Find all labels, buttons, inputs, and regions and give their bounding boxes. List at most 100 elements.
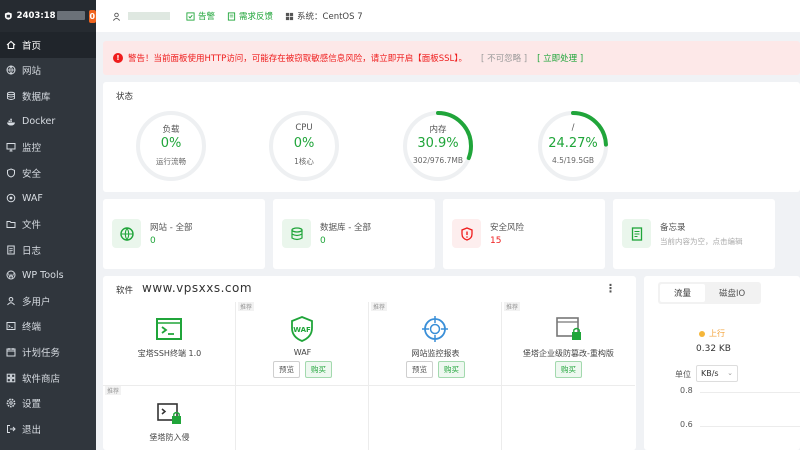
gauge-sub: 302/976.7MB <box>413 156 463 165</box>
app-tamper-proof[interactable]: 推荐 堡塔企业级防篡改-重构版 购买 <box>502 302 635 386</box>
app-name: WAF <box>293 348 312 357</box>
sidebar-item-label: 设置 <box>22 399 42 411</box>
terminal-lock-icon <box>157 403 181 424</box>
overview-card-database[interactable]: 数据库 - 全部 0 <box>273 199 435 269</box>
ignore-link[interactable]: [ 不可忽略 ] <box>481 52 527 64</box>
feedback-link[interactable]: 需求反馈 <box>227 10 273 22</box>
unit-select[interactable]: KB/s ⌄ <box>696 365 738 382</box>
sidebar-menu: 首页 网站 数据库 Docker 监控 安全 WAF 文件 日志 WP Tool… <box>0 32 96 442</box>
gauge-value: 30.9% <box>417 136 459 151</box>
sidebar-item-waf[interactable]: WAF <box>0 186 96 212</box>
sidebar-item-logs[interactable]: 日志 <box>0 237 96 263</box>
feedback-label: 需求反馈 <box>239 12 274 22</box>
grid-line <box>700 392 800 393</box>
tab-disk-io[interactable]: 磁盘IO <box>705 284 759 302</box>
app-buttons: 购买 <box>502 361 635 378</box>
sidebar-item-logout[interactable]: 退出 <box>0 416 96 442</box>
app-buttons: 预览 购买 <box>369 361 502 378</box>
app-name: 堡塔企业级防篡改-重构版 <box>523 349 614 358</box>
cpu-gauge[interactable]: CPU 0% 1核心 <box>268 110 340 182</box>
sidebar-item-label: Docker <box>22 116 56 128</box>
user-info[interactable] <box>112 12 170 21</box>
sidebar-item-label: 网站 <box>22 66 42 78</box>
alarm-link[interactable]: 告警 <box>186 10 215 22</box>
wordpress-icon <box>5 270 16 281</box>
sidebar-item-website[interactable]: 网站 <box>0 58 96 84</box>
calendar-icon <box>5 346 16 357</box>
gauge-value: 0% <box>160 136 182 151</box>
gauge-sub: 1核心 <box>294 157 314 166</box>
sidebar-item-home[interactable]: 首页 <box>0 32 96 58</box>
sidebar-item-monitor[interactable]: 监控 <box>0 134 96 160</box>
shield-icon <box>5 167 16 178</box>
sidebar-item-store[interactable]: 软件商店 <box>0 365 96 391</box>
memo-placeholder[interactable]: 当前内容为空，点击编辑 <box>660 236 743 247</box>
traffic-card: 流量 磁盘IO 上行 0.32 KB 单位 KB/s ⌄ 0.8 0.6 <box>644 276 800 450</box>
buy-button[interactable]: 购买 <box>438 361 465 378</box>
sidebar-item-settings[interactable]: 设置 <box>0 390 96 416</box>
overview-title: 安全风险 <box>490 223 525 233</box>
folder-icon <box>5 218 16 229</box>
sidebar-item-label: 监控 <box>22 143 42 155</box>
logout-icon <box>5 423 16 434</box>
globe-icon <box>112 219 141 248</box>
app-ssh-terminal[interactable]: 宝塔SSH终端 1.0 <box>103 302 236 386</box>
ssl-warning-banner: ! 警告！当前面板使用HTTP访问，可能存在被窃取敏感信息风险，请立即开启【面板… <box>103 41 800 75</box>
gauge-value: 0% <box>293 136 315 151</box>
store-icon <box>5 372 16 383</box>
sidebar-item-label: 软件商店 <box>22 373 61 385</box>
waf-shield-icon: WAF <box>291 316 313 342</box>
preview-button[interactable]: 预览 <box>406 361 433 378</box>
overview-card-website[interactable]: 网站 - 全部 0 <box>103 199 265 269</box>
memory-gauge[interactable]: 内存 30.9% 302/976.7MB <box>402 110 474 182</box>
os-icon <box>285 12 294 20</box>
sidebar-item-label: WAF <box>22 192 43 204</box>
unit-value: KB/s <box>701 369 719 378</box>
sidebar-item-docker[interactable]: Docker <box>0 109 96 135</box>
gear-icon <box>5 398 16 409</box>
status-title: 状态 <box>116 92 134 102</box>
app-name: 网站监控报表 <box>411 349 460 358</box>
monitor-icon <box>5 142 16 153</box>
sidebar-item-wp-tools[interactable]: WP Tools <box>0 262 96 288</box>
overview-value[interactable]: 0 <box>150 236 156 246</box>
sidebar-item-label: 首页 <box>22 40 42 52</box>
sidebar-item-security[interactable]: 安全 <box>0 160 96 186</box>
software-card: 软件 www.vpsxxs.com ⋮ 宝塔SSH终端 1.0 推荐 WAF W… <box>103 276 636 450</box>
sidebar-item-files[interactable]: 文件 <box>0 211 96 237</box>
home-icon <box>5 39 16 50</box>
overview-card-memo[interactable]: 备忘录 当前内容为空，点击编辑 <box>613 199 775 269</box>
buy-button[interactable]: 购买 <box>305 361 332 378</box>
legend-dot <box>699 330 705 337</box>
buy-button[interactable]: 购买 <box>555 361 582 378</box>
overview-value[interactable]: 15 <box>490 236 501 246</box>
preview-button[interactable]: 预览 <box>273 361 300 378</box>
watermark-text: www.vpsxxs.com <box>142 281 253 295</box>
alarm-icon <box>186 11 195 21</box>
overview-card-security-risk[interactable]: 安全风险 15 <box>443 199 605 269</box>
app-site-monitor[interactable]: 推荐 网站监控报表 预览 购买 <box>369 302 502 386</box>
notification-badge[interactable]: 0 <box>88 9 96 23</box>
sidebar-item-terminal[interactable]: 终端 <box>0 314 96 340</box>
gauge-value: 24.27% <box>548 136 598 151</box>
chevron-down-icon: ⌄ <box>727 369 733 377</box>
more-options-icon[interactable]: ⋮ <box>605 282 616 295</box>
app-waf[interactable]: 推荐 WAF WAF 预览 购买 <box>236 302 369 386</box>
upload-legend[interactable]: 上行 <box>699 328 725 339</box>
app-buttons: 预览 购买 <box>236 361 369 378</box>
recommend-tag: 推荐 <box>105 386 122 395</box>
sidebar-item-multi-user[interactable]: 多用户 <box>0 288 96 314</box>
memo-icon <box>622 219 651 248</box>
traffic-tabs: 流量 磁盘IO <box>658 282 762 304</box>
upload-value: 0.32 KB <box>696 344 731 354</box>
load-gauge[interactable]: 负载 0% 运行流畅 <box>135 110 207 182</box>
app-intrusion-prevention[interactable]: 推荐 堡塔防入侵 <box>103 386 236 450</box>
waf-icon <box>5 193 16 204</box>
sidebar-item-database[interactable]: 数据库 <box>0 83 96 109</box>
sidebar-item-cron[interactable]: 计划任务 <box>0 339 96 365</box>
tab-traffic[interactable]: 流量 <box>660 284 706 302</box>
overview-value[interactable]: 0 <box>320 236 326 246</box>
crosshair-icon <box>422 316 448 342</box>
fix-now-link[interactable]: [ 立即处理 ] <box>537 52 583 64</box>
disk-gauge[interactable]: / 24.27% 4.5/19.5GB <box>537 110 609 182</box>
